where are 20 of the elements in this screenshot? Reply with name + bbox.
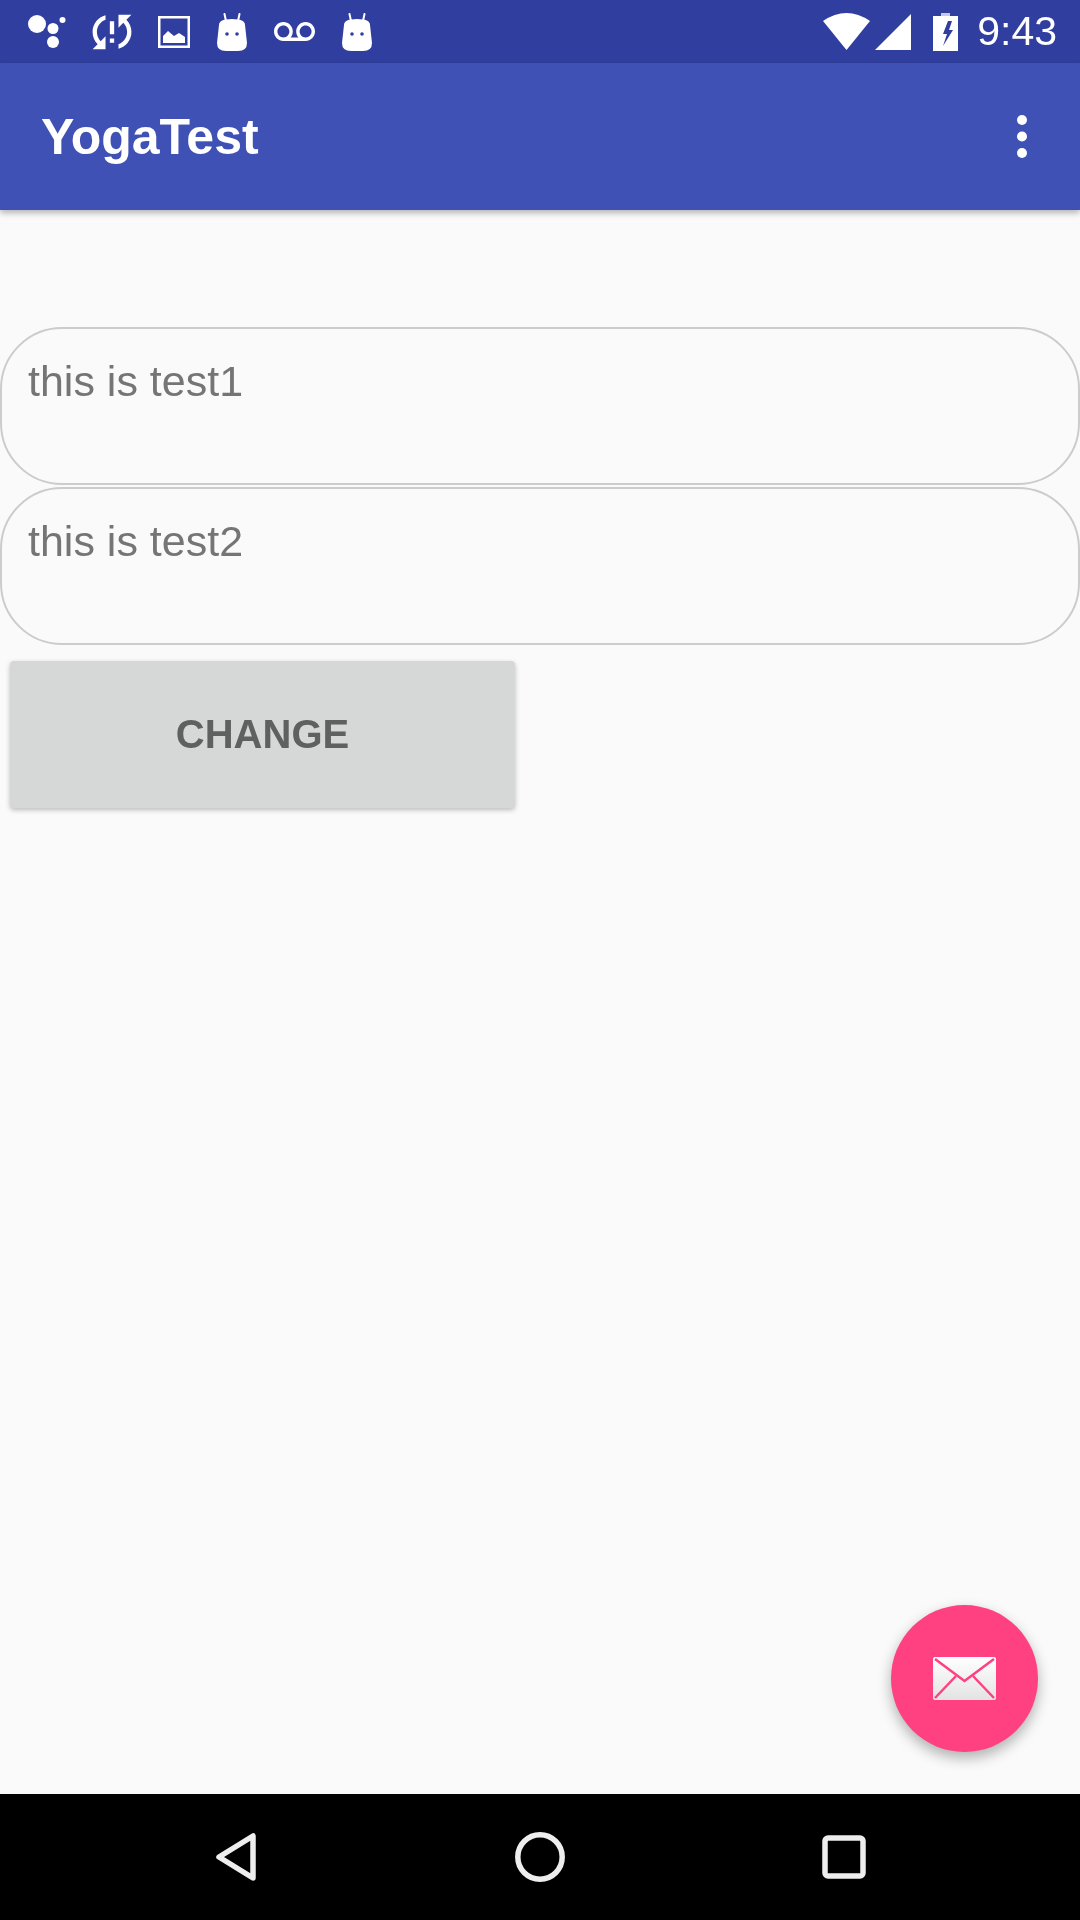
app-title: YogaTest [41, 107, 259, 167]
text-card: this is test2 [0, 487, 1080, 645]
signal-icon [875, 13, 912, 50]
clock-time: 9:43 [977, 11, 1057, 52]
image-icon [158, 15, 190, 48]
floating-action-button[interactable] [891, 1605, 1038, 1752]
sync-alert-icon [92, 12, 132, 51]
battery-charging-icon [933, 12, 959, 51]
change-button[interactable]: CHANGE [10, 661, 515, 808]
robot-head-icon [216, 12, 248, 51]
dots-icon [28, 15, 66, 48]
wifi-icon [823, 13, 871, 50]
home-icon[interactable] [515, 1832, 565, 1882]
overflow-menu-icon[interactable] [1017, 115, 1027, 158]
back-icon[interactable] [215, 1833, 257, 1881]
text-card: this is test1 [0, 327, 1080, 485]
recents-icon[interactable] [822, 1835, 866, 1879]
robot-head-icon [341, 12, 373, 51]
voicemail-icon [274, 22, 315, 41]
envelope-icon [933, 1657, 996, 1700]
